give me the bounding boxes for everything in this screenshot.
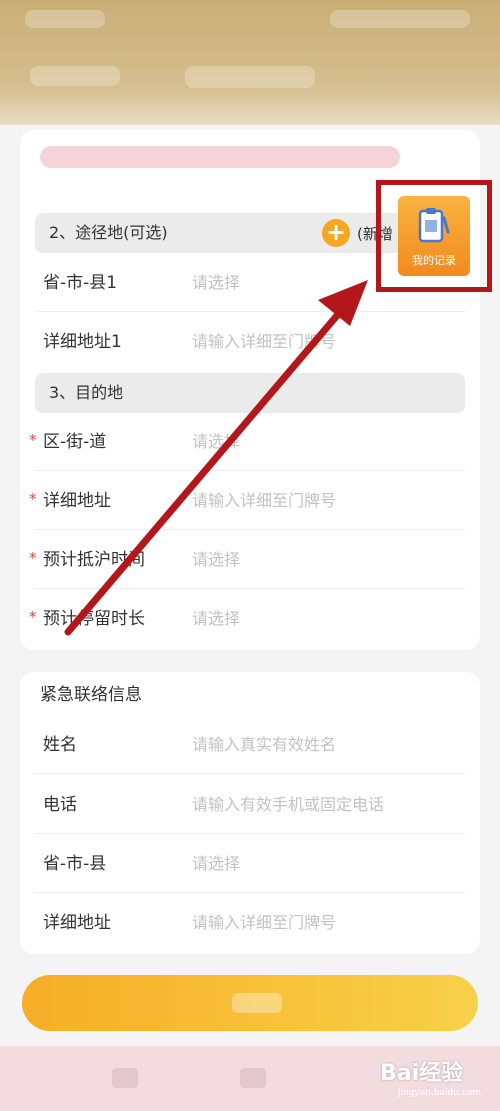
destination-section-title: 3、目的地 xyxy=(49,383,124,402)
contact-name-label: 姓名 xyxy=(43,735,77,755)
destination-address-label: 详细地址 xyxy=(43,491,111,511)
route-address-input[interactable]: 请输入详细至门牌号 xyxy=(192,313,336,371)
route-section-title: 2、途径地(可选) xyxy=(49,223,168,242)
destination-district-row[interactable]: * 区-街-道 请选择 xyxy=(29,413,465,471)
arrival-time-select[interactable]: 请选择 xyxy=(192,531,240,589)
route-address-label: 详细地址1 xyxy=(43,332,122,352)
stay-duration-select[interactable]: 请选择 xyxy=(192,590,240,648)
emergency-title: 紧急联络信息 xyxy=(40,685,142,705)
contact-phone-input[interactable]: 请输入有效手机或固定电话 xyxy=(192,776,384,834)
back-button[interactable] xyxy=(30,66,120,86)
add-route-button[interactable]: + xyxy=(322,219,350,247)
contact-address-input[interactable]: 请输入详细至门牌号 xyxy=(192,894,336,952)
tab-service[interactable] xyxy=(240,1068,266,1088)
watermark-url: jingyan.baidu.com xyxy=(398,1088,482,1098)
header-bar xyxy=(0,0,500,125)
contact-name-row[interactable]: 姓名 请输入真实有效姓名 xyxy=(35,716,465,774)
contact-address-row[interactable]: 详细地址 请输入详细至门牌号 xyxy=(35,894,465,952)
route-province-label: 省-市-县1 xyxy=(43,273,118,293)
destination-section-header: 3、目的地 xyxy=(35,373,465,413)
submit-button[interactable] xyxy=(22,975,478,1031)
required-mark: * xyxy=(29,431,37,449)
watermark-logo: Bai经验 xyxy=(380,1061,464,1086)
contact-name-input[interactable]: 请输入真实有效姓名 xyxy=(192,716,336,774)
destination-district-label: 区-街-道 xyxy=(43,432,107,452)
stay-duration-label: 预计停留时长 xyxy=(43,609,145,629)
required-mark: * xyxy=(29,549,37,567)
contact-address-label: 详细地址 xyxy=(43,913,111,933)
notice-banner xyxy=(40,146,400,168)
required-mark: * xyxy=(29,490,37,508)
required-mark: * xyxy=(29,608,37,626)
destination-district-select[interactable]: 请选择 xyxy=(192,413,240,471)
status-bar-right xyxy=(330,10,470,28)
stay-duration-row[interactable]: * 预计停留时长 请选择 xyxy=(29,590,465,648)
arrival-time-row[interactable]: * 预计抵沪时间 请选择 xyxy=(29,531,465,589)
page-title xyxy=(185,66,315,88)
submit-button-label xyxy=(232,993,282,1013)
destination-address-input[interactable]: 请输入详细至门牌号 xyxy=(192,472,336,530)
contact-province-label: 省-市-县 xyxy=(43,854,107,874)
contact-province-row[interactable]: 省-市-县 请选择 xyxy=(35,835,465,893)
route-province-select[interactable]: 请选择 xyxy=(192,254,240,312)
contact-phone-label: 电话 xyxy=(43,795,77,815)
highlight-box xyxy=(376,180,492,292)
arrival-time-label: 预计抵沪时间 xyxy=(43,550,145,570)
route-address-row[interactable]: 详细地址1 请输入详细至门牌号 xyxy=(35,313,465,371)
destination-address-row[interactable]: * 详细地址 请输入详细至门牌号 xyxy=(29,472,465,530)
contact-phone-row[interactable]: 电话 请输入有效手机或固定电话 xyxy=(35,776,465,834)
contact-province-select[interactable]: 请选择 xyxy=(192,835,240,893)
tab-home[interactable] xyxy=(112,1068,138,1088)
status-bar-left xyxy=(25,10,105,28)
